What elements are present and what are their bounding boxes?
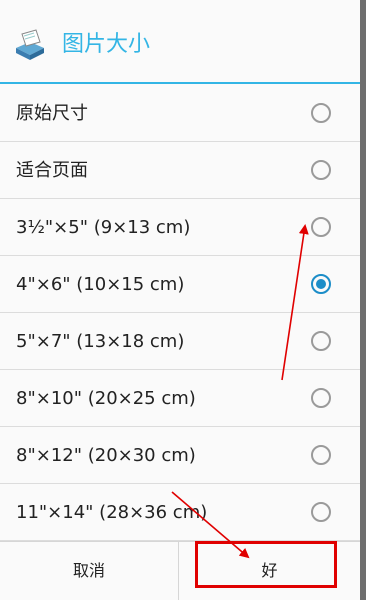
option-label: 11"×14" (28×36 cm) — [16, 502, 208, 523]
option-fit-page[interactable]: 适合页面 — [0, 142, 360, 199]
option-3-5x5[interactable]: 3½"×5" (9×13 cm) — [0, 199, 360, 256]
dialog-footer: 取消 好 — [0, 541, 360, 600]
dialog-header: 图片大小 — [0, 0, 360, 84]
radio-button[interactable] — [311, 160, 331, 180]
option-label: 8"×10" (20×25 cm) — [16, 388, 196, 409]
option-5x7[interactable]: 5"×7" (13×18 cm) — [0, 313, 360, 370]
option-label: 5"×7" (13×18 cm) — [16, 331, 185, 352]
dialog-title: 图片大小 — [62, 32, 151, 57]
cancel-button[interactable]: 取消 — [0, 542, 178, 600]
radio-button[interactable] — [311, 388, 331, 408]
option-label: 3½"×5" (9×13 cm) — [16, 217, 191, 238]
option-original-size[interactable]: 原始尺寸 — [0, 85, 360, 142]
radio-button[interactable] — [311, 217, 331, 237]
option-label: 4"×6" (10×15 cm) — [16, 274, 185, 295]
option-label: 8"×12" (20×30 cm) — [16, 445, 196, 466]
radio-button[interactable] — [311, 331, 331, 351]
picture-size-dialog: 图片大小 原始尺寸 适合页面 3½"×5" (9×13 cm) 4"×6" (1… — [0, 0, 360, 600]
radio-button-selected[interactable] — [311, 274, 331, 294]
size-options-list: 原始尺寸 适合页面 3½"×5" (9×13 cm) 4"×6" (10×15 … — [0, 85, 360, 541]
option-label: 原始尺寸 — [16, 103, 88, 124]
option-label: 适合页面 — [16, 160, 88, 181]
option-8x12[interactable]: 8"×12" (20×30 cm) — [0, 427, 360, 484]
radio-button[interactable] — [311, 502, 331, 522]
option-8x10[interactable]: 8"×10" (20×25 cm) — [0, 370, 360, 427]
option-11x14[interactable]: 11"×14" (28×36 cm) — [0, 484, 360, 541]
option-4x6[interactable]: 4"×6" (10×15 cm) — [0, 256, 360, 313]
radio-button[interactable] — [311, 445, 331, 465]
ok-button[interactable]: 好 — [179, 542, 360, 600]
printer-app-icon — [16, 29, 44, 60]
radio-button[interactable] — [311, 103, 331, 123]
